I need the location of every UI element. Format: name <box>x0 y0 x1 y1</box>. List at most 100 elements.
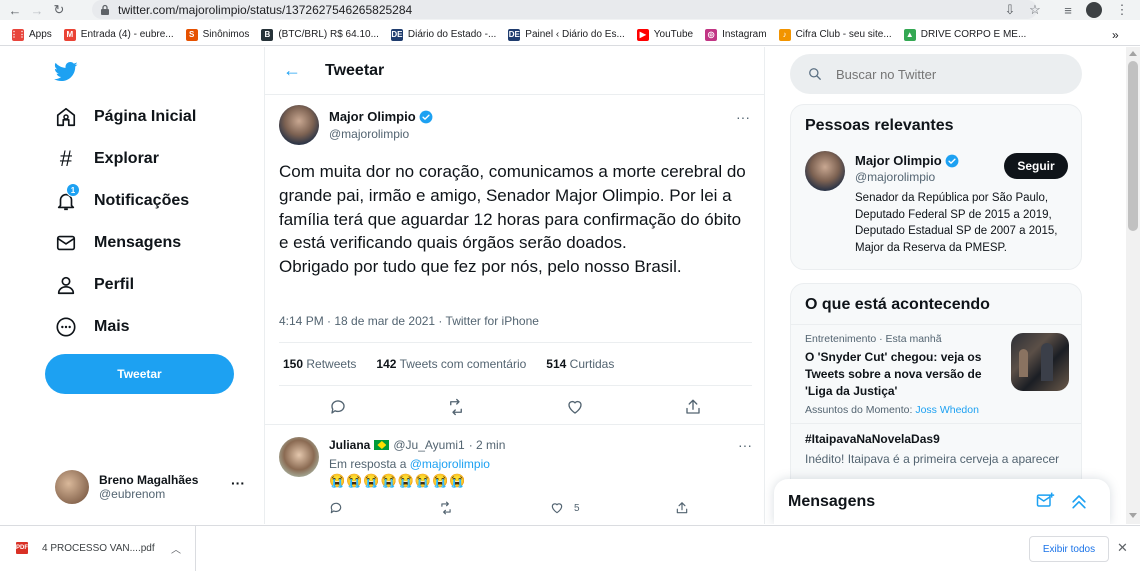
sidebar-item-label: Explorar <box>94 150 159 167</box>
bookmark-favicon-icon: ▲ <box>903 28 916 41</box>
sidebar-item-notifications[interactable]: 1 Notificações <box>54 183 189 216</box>
likes-stat[interactable]: 514 Curtidas <box>546 357 614 371</box>
download-status-icon[interactable]: ⇩ <box>1000 0 1020 20</box>
retweets-count: 150 <box>283 357 304 371</box>
messages-drawer[interactable]: Mensagens <box>774 479 1110 524</box>
forward-icon[interactable]: → <box>26 0 48 20</box>
sidebar-item-label: Mensagens <box>94 234 182 251</box>
reply-to-handle[interactable]: @majorolimpio <box>410 457 490 471</box>
panel-title: Pessoas relevantes <box>805 117 954 134</box>
tweet-more-icon[interactable]: ··· <box>736 109 750 125</box>
tweet-button[interactable]: Tweetar <box>45 354 234 394</box>
bookmark-item[interactable]: S Sinônimos <box>185 28 250 41</box>
bookmark-item[interactable]: ⋮⋮ Apps <box>10 28 52 41</box>
scroll-thumb[interactable] <box>1128 61 1138 231</box>
scroll-down-icon[interactable] <box>1129 513 1137 518</box>
relevant-person[interactable]: Major Olimpio @majorolimpio Senador da R… <box>791 147 1081 256</box>
bookmark-label: Cifra Club - seu site... <box>795 29 892 40</box>
bookmark-favicon-icon: DE <box>390 28 403 41</box>
reply-retweet-icon[interactable] <box>438 501 454 515</box>
sidebar-item-explore[interactable]: # Explorar <box>54 144 159 174</box>
page-scrollbar[interactable] <box>1126 47 1140 524</box>
browser-toolbar: ← → ↻ twitter.com/majorolimpio/status/13… <box>0 0 1140 20</box>
account-name: Breno Magalhães <box>99 473 199 487</box>
profile-avatar[interactable] <box>1084 0 1104 20</box>
tweet-timestamp[interactable]: 4:14 PM · 18 de mar de 2021 · Twitter fo… <box>279 314 539 328</box>
tweet-author[interactable]: Major Olimpio @majorolimpio <box>279 105 433 145</box>
reply-tweet[interactable]: Juliana @Ju_Ayumi1 · 2 min ··· Em respos… <box>279 435 752 524</box>
bookmark-item[interactable]: ▲ DRIVE CORPO E ME... <box>903 28 1026 41</box>
bookmark-label: Apps <box>29 29 52 40</box>
account-more-icon[interactable]: ··· <box>231 475 245 491</box>
sidebar-item-profile[interactable]: Perfil <box>54 270 134 300</box>
sidebar-item-home[interactable]: Página Inicial <box>54 102 196 132</box>
sidebar-item-more[interactable]: Mais <box>54 312 130 342</box>
bookmark-item[interactable]: DE Painel ‹ Diário do Es... <box>508 28 625 41</box>
verified-badge-icon <box>419 110 433 123</box>
avatar[interactable] <box>279 105 319 145</box>
retweet-icon[interactable] <box>444 395 468 419</box>
avatar[interactable] <box>279 437 319 477</box>
trend-item[interactable]: Entretenimento · Esta manhã O 'Snyder Cu… <box>791 324 1081 423</box>
search-input[interactable] <box>836 66 1036 82</box>
show-all-downloads-button[interactable]: Exibir todos <box>1029 536 1109 562</box>
divider <box>265 424 765 430</box>
address-bar[interactable]: twitter.com/majorolimpio/status/13726275… <box>92 0 1037 19</box>
twitter-page: Página Inicial # Explorar 1 Notificações… <box>0 47 1140 524</box>
bookmark-item[interactable]: DE Diário do Estado -... <box>390 28 496 41</box>
comments-count: 142 <box>376 357 397 371</box>
account-switcher[interactable]: Breno Magalhães @eubrenom ··· <box>55 469 255 505</box>
person-name: Major Olimpio <box>855 153 942 168</box>
trend-item[interactable]: #ItaipavaNaNovelaDas9 Inédito! Itaipava … <box>791 423 1081 474</box>
reply-time: · 2 min <box>468 438 506 452</box>
scroll-up-icon[interactable] <box>1129 51 1137 56</box>
bookmark-item[interactable]: ♪ Cifra Club - seu site... <box>778 28 892 41</box>
verified-badge-icon <box>945 154 959 167</box>
reply-like-button[interactable]: 5 <box>550 501 580 515</box>
bookmark-item[interactable]: B (BTC/BRL) R$ 64.10... <box>261 28 379 41</box>
more-bookmarks-icon[interactable]: » <box>1112 28 1119 42</box>
bookmark-favicon-icon: ⋮⋮ <box>10 28 26 41</box>
retweets-stat[interactable]: 150 Retweets <box>283 357 356 371</box>
browser-menu-icon[interactable]: ⋮ <box>1112 0 1132 20</box>
reply-share-icon[interactable] <box>675 501 689 515</box>
like-icon[interactable] <box>563 395 587 419</box>
url-text: twitter.com/majorolimpio/status/13726275… <box>118 2 413 17</box>
trend-title: O 'Snyder Cut' chegou: veja os Tweets so… <box>805 350 982 398</box>
new-message-icon[interactable] <box>1035 491 1055 511</box>
bookmark-star-icon[interactable]: ☆ <box>1025 0 1045 20</box>
reply-icon[interactable] <box>326 395 350 419</box>
quote-tweets-stat[interactable]: 142 Tweets com comentário <box>376 357 526 371</box>
reload-icon[interactable]: ↻ <box>48 0 70 20</box>
trend-thumbnail <box>1011 333 1069 391</box>
bookmark-item[interactable]: ▶ YouTube <box>636 28 693 41</box>
bookmark-favicon-icon: M <box>63 28 76 41</box>
back-icon[interactable]: ← <box>4 0 26 20</box>
close-icon[interactable]: ✕ <box>1117 540 1128 556</box>
avatar[interactable] <box>805 151 845 191</box>
reply-reply-icon[interactable] <box>329 501 343 515</box>
follow-button[interactable]: Seguir <box>1004 153 1068 179</box>
bookmark-label: Sinônimos <box>202 29 250 40</box>
tweet-text-line: Obrigado por tudo que fez por nós, pelo … <box>279 257 682 277</box>
author-name: Major Olimpio <box>329 109 416 124</box>
main-timeline: ← Tweetar Major Olimpio @majorolimpio ··… <box>264 47 765 524</box>
bookmark-item[interactable]: M Entrada (4) - eubre... <box>63 28 174 41</box>
sidebar-item-messages[interactable]: Mensagens <box>54 228 181 258</box>
share-icon[interactable] <box>681 395 705 419</box>
download-bar: PDF 4 PROCESSO VAN....pdf ︿ Exibir todos… <box>0 525 1140 571</box>
reading-list-icon[interactable]: ≡ <box>1058 0 1078 20</box>
bookmarks-bar: ⋮⋮ Apps M Entrada (4) - eubre... S Sinônimos B… <box>0 24 1140 46</box>
bookmark-item[interactable]: ◎ Instagram <box>705 28 767 41</box>
download-file-name: 4 PROCESSO VAN....pdf <box>42 542 155 554</box>
twitter-logo-icon[interactable] <box>54 62 78 82</box>
bookmark-favicon-icon: ♪ <box>778 28 791 41</box>
reply-more-icon[interactable]: ··· <box>738 437 752 453</box>
search-box[interactable] <box>790 54 1082 94</box>
trend-sub-link[interactable]: Joss Whedon <box>915 404 979 416</box>
expand-chevron-icon[interactable] <box>1069 491 1089 511</box>
back-arrow-icon[interactable]: ← <box>283 60 307 81</box>
download-item[interactable]: PDF 4 PROCESSO VAN....pdf ︿ <box>16 525 196 571</box>
chevron-up-icon[interactable]: ︿ <box>171 541 181 556</box>
reply-to-prefix: Em resposta a <box>329 457 407 471</box>
